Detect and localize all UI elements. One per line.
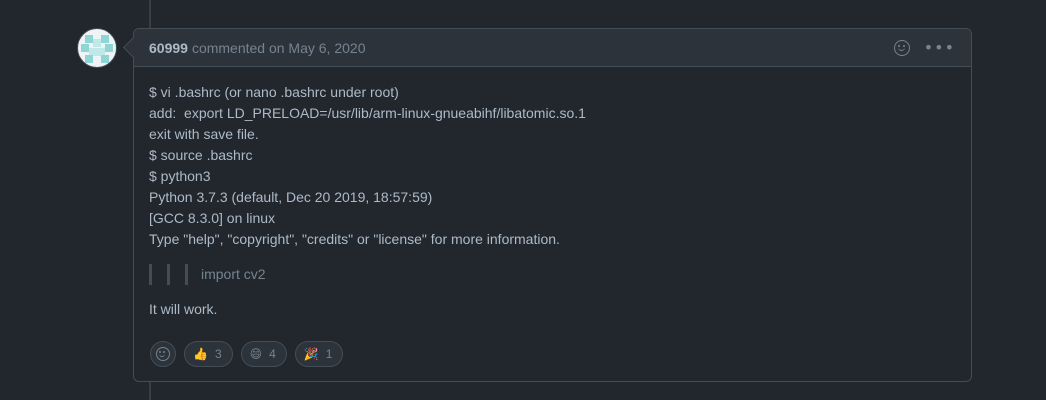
hooray-icon: 🎉 (303, 347, 319, 361)
smiley-icon (156, 347, 170, 361)
quote-text: import cv2 (201, 266, 266, 282)
reaction-hooray-button[interactable]: 🎉 1 (294, 341, 344, 367)
closing-text: It will work. (149, 301, 218, 317)
smiley-icon[interactable] (893, 40, 910, 56)
body-line: [GCC 8.3.0] on linux (149, 210, 276, 226)
quote-bar (185, 264, 188, 285)
quote-bar (167, 264, 170, 285)
reaction-thumbs-up-button[interactable]: 👍 3 (184, 341, 233, 367)
add-reaction-button[interactable] (150, 341, 176, 367)
author-link[interactable]: 60999 (149, 40, 188, 56)
comment-body: $ vi .bashrc (or nano .bashrc under root… (134, 67, 971, 320)
comment-card: 60999 commented on May 6, 2020 ••• $ vi … (122, 28, 972, 382)
nested-blockquote: import cv2 (149, 264, 956, 285)
laugh-icon: 😄 (249, 347, 263, 361)
body-line: Python 3.7.3 (default, Dec 20 2019, 18:5… (149, 189, 433, 205)
header-actions: ••• (893, 29, 955, 67)
body-line: $ vi .bashrc (or nano .bashrc under root… (149, 84, 399, 100)
comment-text: $ vi .bashrc (or nano .bashrc under root… (149, 82, 956, 250)
reaction-count: 1 (325, 347, 333, 361)
avatar[interactable] (77, 28, 117, 68)
comment-timestamp[interactable]: commented on May 6, 2020 (192, 40, 366, 56)
reactions-bar: 👍 3 😄 4 🎉 1 (150, 341, 344, 367)
body-line: $ python3 (149, 168, 211, 184)
body-line: add: export LD_PRELOAD=/usr/lib/arm-linu… (149, 105, 586, 121)
kebab-icon[interactable]: ••• (924, 40, 955, 56)
reaction-count: 4 (269, 347, 276, 361)
reaction-count: 3 (214, 347, 222, 361)
body-line: $ source .bashrc (149, 147, 253, 163)
body-line: exit with save file. (149, 126, 259, 142)
thumbs-up-icon: 👍 (193, 347, 208, 361)
quote-bar (149, 264, 152, 285)
body-line: Type "help", "copyright", "credits" or "… (149, 231, 560, 247)
comment-header: 60999 commented on May 6, 2020 ••• (134, 29, 971, 67)
reaction-laugh-button[interactable]: 😄 4 (240, 341, 287, 367)
